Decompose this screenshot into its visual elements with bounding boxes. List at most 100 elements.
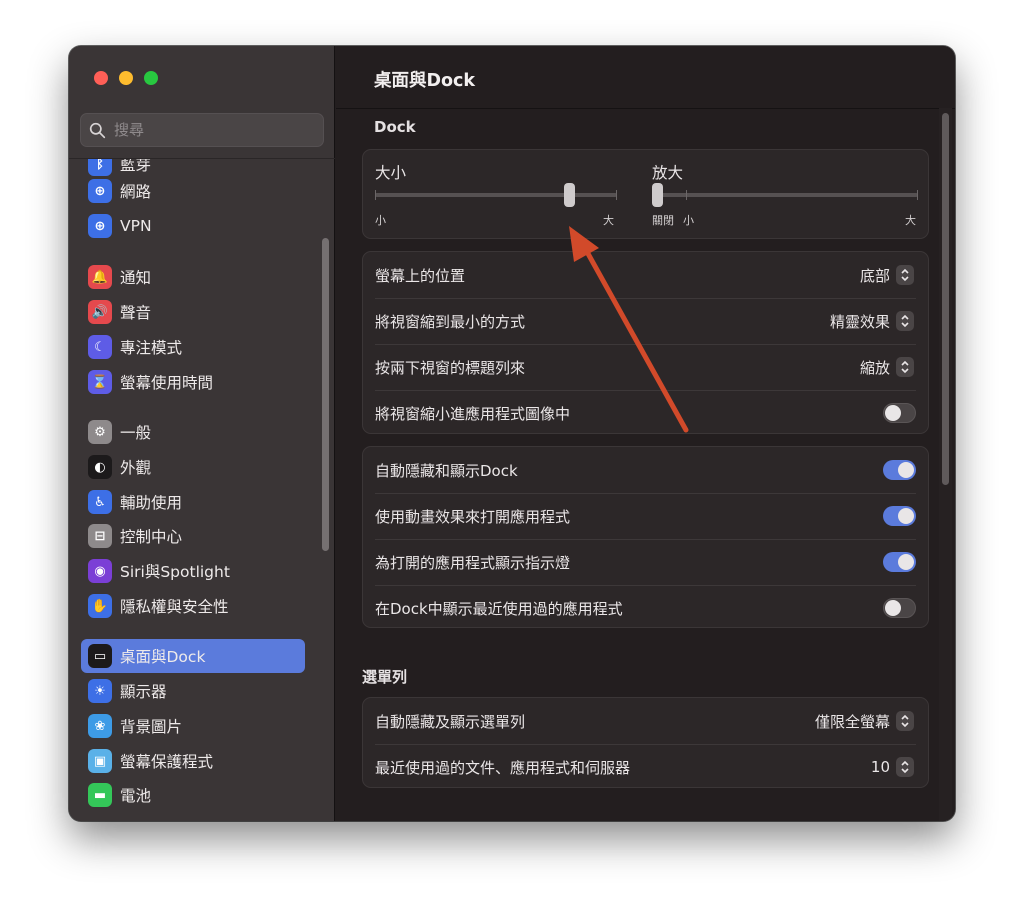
sidebar-item[interactable]: ☀ 顯示器 [81,674,305,708]
menubar-card: 自動隱藏及顯示選單列 僅限全螢幕最近使用過的文件、應用程式和伺服器 10 [362,697,929,788]
sidebar-item[interactable]: ❀ 背景圖片 [81,709,305,743]
speaker-icon: 🔊 [88,300,112,324]
sidebar-list: ᛒ 藍芽 ⊕ 網路 ⊕ VPN 🔔 通知 🔊 聲音 ☾ 專注模式 ⌛ 螢幕使用時間 ⚙ 一般 ◐ 外觀 ♿ 輔助使用 ⊟… [69,159,335,821]
size-slider-tick [616,190,617,200]
bell-icon: 🔔 [88,265,112,289]
main-pane: 桌面與Dock Dock 大小 小 大 放大 關閉 小 大 螢幕上的位置 底部 … [336,46,955,821]
zoom-window-button[interactable] [144,71,158,85]
updown-chevron-icon [896,711,914,731]
toggle-knob [898,462,914,478]
settings-row: 螢幕上的位置 底部 [363,252,928,298]
minimize-window-button[interactable] [119,71,133,85]
toggle-switch[interactable] [883,460,916,480]
sidebar-item-label: 螢幕使用時間 [120,374,214,392]
sidebar-item-label: 電池 [120,787,152,805]
size-slider-track[interactable] [375,193,617,197]
setting-label: 自動隱藏和顯示Dock [375,461,518,480]
sidebar-item[interactable]: ▣ 螢幕保護程式 [81,744,305,778]
sidebar-item-label: 螢幕保護程式 [120,753,214,771]
sidebar: ᛒ藍芽⊕網路⊕VPN🔔通知🔊聲音☾專注模式⌛螢幕使用時間⚙一般◐外觀♿輔助使用⊟… [69,46,335,821]
setting-label: 按兩下視窗的標題列來 [375,358,526,377]
sidebar-item[interactable]: ⚙ 一般 [81,415,305,449]
search-input[interactable] [114,121,314,139]
sidebar-item-label: 聲音 [120,304,152,322]
popup-button[interactable]: 僅限全螢幕 [815,711,914,732]
size-min-label: 小 [375,214,386,227]
toggle-knob [898,508,914,524]
updown-chevron-icon [896,757,914,777]
sidebar-scrollbar[interactable] [322,238,329,551]
sidebar-item[interactable]: ✋ 隱私權與安全性 [81,589,305,623]
popup-button[interactable]: 縮放 [860,357,914,378]
sidebar-item[interactable]: 🔊 聲音 [81,295,305,329]
settings-row: 將視窗縮小進應用程式圖像中 [363,390,928,436]
size-slider-tick [375,190,376,200]
updown-chevron-icon [896,357,914,377]
sidebar-item[interactable]: ☾ 專注模式 [81,330,305,364]
vpn-globe-icon: ⊕ [88,214,112,238]
size-slider-label: 大小 [375,164,407,182]
magnify-slider-track[interactable] [652,193,918,197]
sidebar-item-label: 控制中心 [120,528,183,546]
sidebar-item[interactable]: 🔔 通知 [81,260,305,294]
settings-row: 按兩下視窗的標題列來 縮放 [363,344,928,390]
sidebar-item[interactable]: ◉ Siri與Spotlight [81,554,305,588]
popup-button[interactable]: 10 [871,757,914,777]
moon-icon: ☾ [88,335,112,359]
setting-label: 將視窗縮到最小的方式 [375,312,526,331]
sidebar-item[interactable]: ⊕ 網路 [81,174,305,208]
sidebar-item[interactable]: ▭ 桌面與Dock [81,639,305,673]
size-slider-thumb[interactable] [564,183,576,207]
sidebar-item-label: 網路 [120,183,152,201]
main-scrollbar[interactable] [942,113,949,485]
hand-icon: ✋ [88,594,112,618]
sidebar-item[interactable]: ◐ 外觀 [81,450,305,484]
updown-chevron-icon [896,265,914,285]
updown-chevron-icon [896,311,914,331]
popup-button[interactable]: 精靈效果 [830,311,914,332]
toggle-knob [885,405,901,421]
sidebar-item[interactable]: ⌛ 螢幕使用時間 [81,365,305,399]
setting-label: 最近使用過的文件、應用程式和伺服器 [375,758,631,777]
popup-value: 10 [870,758,890,776]
setting-label: 在Dock中顯示最近使用過的應用程式 [375,599,623,618]
popup-value: 精靈效果 [829,312,890,331]
screensaver-icon: ▣ [88,749,112,773]
hourglass-icon: ⌛ [88,370,112,394]
setting-label: 使用動畫效果來打開應用程式 [375,507,571,526]
sidebar-item[interactable]: ⊕ VPN [81,209,305,243]
display-brightness-icon: ☀ [88,679,112,703]
page-title: 桌面與Dock [374,71,476,91]
popup-value: 縮放 [859,358,890,377]
toggle-switch[interactable] [883,506,916,526]
setting-label: 自動隱藏及顯示選單列 [375,712,526,731]
magnify-max-label: 大 [905,214,916,227]
sidebar-item-label: VPN [120,217,152,235]
toggle-knob [885,600,901,616]
popup-button[interactable]: 底部 [860,265,914,286]
toggle-switch[interactable] [883,403,916,423]
sidebar-item-label: Siri與Spotlight [120,563,230,581]
magnify-slider-thumb[interactable] [652,183,663,207]
system-settings-window: ᛒ藍芽⊕網路⊕VPN🔔通知🔊聲音☾專注模式⌛螢幕使用時間⚙一般◐外觀♿輔助使用⊟… [69,46,955,821]
popup-value: 僅限全螢幕 [814,712,890,731]
sidebar-item-label: 通知 [120,269,152,287]
settings-row: 最近使用過的文件、應用程式和伺服器 10 [363,744,928,790]
sidebar-item-label: 背景圖片 [120,718,183,736]
magnify-off-label: 關閉 [652,214,674,227]
settings-row: 在Dock中顯示最近使用過的應用程式 [363,585,928,631]
sidebar-item[interactable]: ♿ 輔助使用 [81,485,305,519]
setting-label: 為打開的應用程式顯示指示燈 [375,553,571,572]
sidebar-item[interactable]: ▬ 電池 [81,778,305,812]
sidebar-item[interactable]: ⊟ 控制中心 [81,519,305,553]
settings-row: 將視窗縮到最小的方式 精靈效果 [363,298,928,344]
search-field[interactable] [80,113,324,147]
close-window-button[interactable] [94,71,108,85]
section-dock-heading: Dock [374,118,416,136]
sidebar-item-label: 一般 [120,424,152,442]
magnify-min-label: 小 [683,214,694,227]
toggle-switch[interactable] [883,598,916,618]
toggle-switch[interactable] [883,552,916,572]
sidebar-item-label: 專注模式 [120,339,183,357]
wallpaper-icon: ❀ [88,714,112,738]
